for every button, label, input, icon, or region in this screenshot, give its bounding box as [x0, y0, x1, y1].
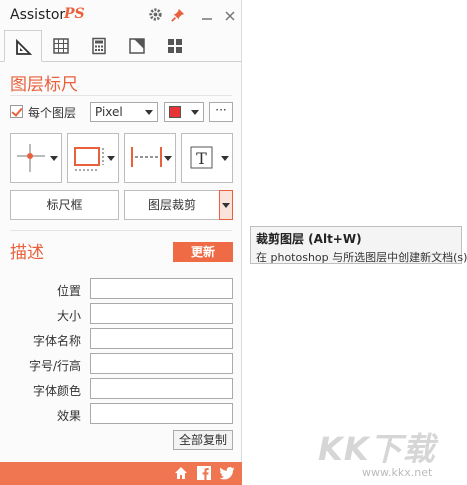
field-label-font-size: 字号/行高	[28, 359, 81, 373]
app-title: Assistor	[10, 7, 66, 23]
chevron-down-icon	[221, 156, 229, 161]
font-color-field[interactable]	[90, 378, 233, 399]
text-tool-icon: T	[190, 146, 213, 169]
svg-text:T: T	[196, 149, 207, 168]
calculator-icon	[92, 37, 106, 55]
horizontal-ruler-icon	[131, 147, 162, 167]
size-field[interactable]	[90, 303, 233, 324]
tooltip-title: 裁剪图层 (Alt+W)	[256, 232, 362, 246]
pin-icon[interactable]	[171, 7, 187, 23]
crop-corner-icon	[129, 38, 145, 54]
home-icon[interactable]	[174, 466, 188, 480]
tab-bar	[0, 30, 242, 62]
chevron-down-icon	[107, 156, 115, 161]
chevron-down-icon	[191, 110, 199, 115]
app-title-accent: PS	[64, 6, 85, 22]
tab-ruler[interactable]	[4, 30, 42, 62]
each-layer-label: 每个图层	[28, 106, 77, 120]
ruler-divider	[10, 95, 232, 96]
tab-calculator[interactable]	[80, 30, 118, 61]
tab-more[interactable]	[156, 30, 194, 61]
font-name-field[interactable]	[90, 328, 233, 349]
minimize-icon[interactable]	[200, 7, 216, 23]
ruler-heading: 图层标尺	[10, 75, 78, 95]
text-tool-button[interactable]: T	[181, 133, 233, 183]
watermark-url: www.kkx.net	[362, 466, 433, 479]
rectangle-tool-button[interactable]	[67, 133, 119, 183]
four-squares-icon	[168, 39, 182, 53]
chevron-down-icon	[164, 156, 172, 161]
update-button[interactable]: 更新	[173, 242, 233, 262]
describe-heading: 描述	[10, 243, 44, 263]
rectangle-dashed-icon	[74, 147, 104, 171]
unit-select[interactable]: Pixel	[90, 102, 158, 122]
each-layer-checkbox[interactable]	[10, 105, 23, 118]
chevron-down-icon	[50, 156, 58, 161]
title-bar: Assistor PS	[0, 0, 242, 30]
position-field[interactable]	[90, 278, 233, 299]
field-label-position: 位置	[56, 284, 81, 298]
unit-select-value: Pixel	[95, 105, 123, 119]
field-label-size: 大小	[56, 309, 81, 323]
facebook-icon[interactable]	[197, 466, 211, 480]
field-label-font-color: 字体颜色	[32, 384, 81, 398]
assistor-panel: Assistor PS 图层标尺 每个图层 Pixel ··· T 标尺框 图层…	[0, 0, 242, 485]
color-picker[interactable]	[164, 102, 204, 122]
crop-tooltip: 裁剪图层 (Alt+W) 在 photoshop 与所选图层中创建新文档(s).	[250, 226, 467, 264]
field-label-font-name: 字体名称	[32, 334, 81, 348]
font-size-field[interactable]	[90, 353, 233, 374]
footer-bar	[0, 462, 242, 485]
layer-crop-dropdown[interactable]	[219, 190, 233, 220]
tab-grid[interactable]	[42, 30, 80, 61]
section-divider	[10, 230, 232, 231]
more-options-label: ···	[215, 103, 227, 117]
layer-crop-button[interactable]: 图层裁剪	[124, 190, 220, 220]
effects-field[interactable]	[90, 403, 233, 424]
tooltip-description: 在 photoshop 与所选图层中创建新文档(s).	[256, 251, 467, 264]
tab-crop[interactable]	[118, 30, 156, 61]
twitter-icon[interactable]	[220, 466, 235, 480]
copy-all-button[interactable]: 全部复制	[173, 430, 233, 450]
field-label-effects: 效果	[56, 409, 81, 423]
ruler-frame-button[interactable]: 标尺框	[10, 190, 119, 220]
ruler-triangle-icon	[16, 38, 33, 55]
color-swatch	[169, 106, 181, 118]
chevron-down-icon	[222, 203, 230, 208]
chevron-down-icon	[145, 110, 153, 115]
crosshair-marker-icon	[17, 144, 45, 172]
close-icon[interactable]	[224, 7, 240, 23]
grid-icon	[53, 38, 69, 54]
watermark-logo: KK下载	[318, 430, 436, 468]
crosshair-tool-button[interactable]	[10, 133, 62, 183]
more-options-button[interactable]: ···	[209, 102, 233, 122]
gear-icon[interactable]	[148, 7, 164, 23]
measure-tool-button[interactable]	[124, 133, 176, 183]
